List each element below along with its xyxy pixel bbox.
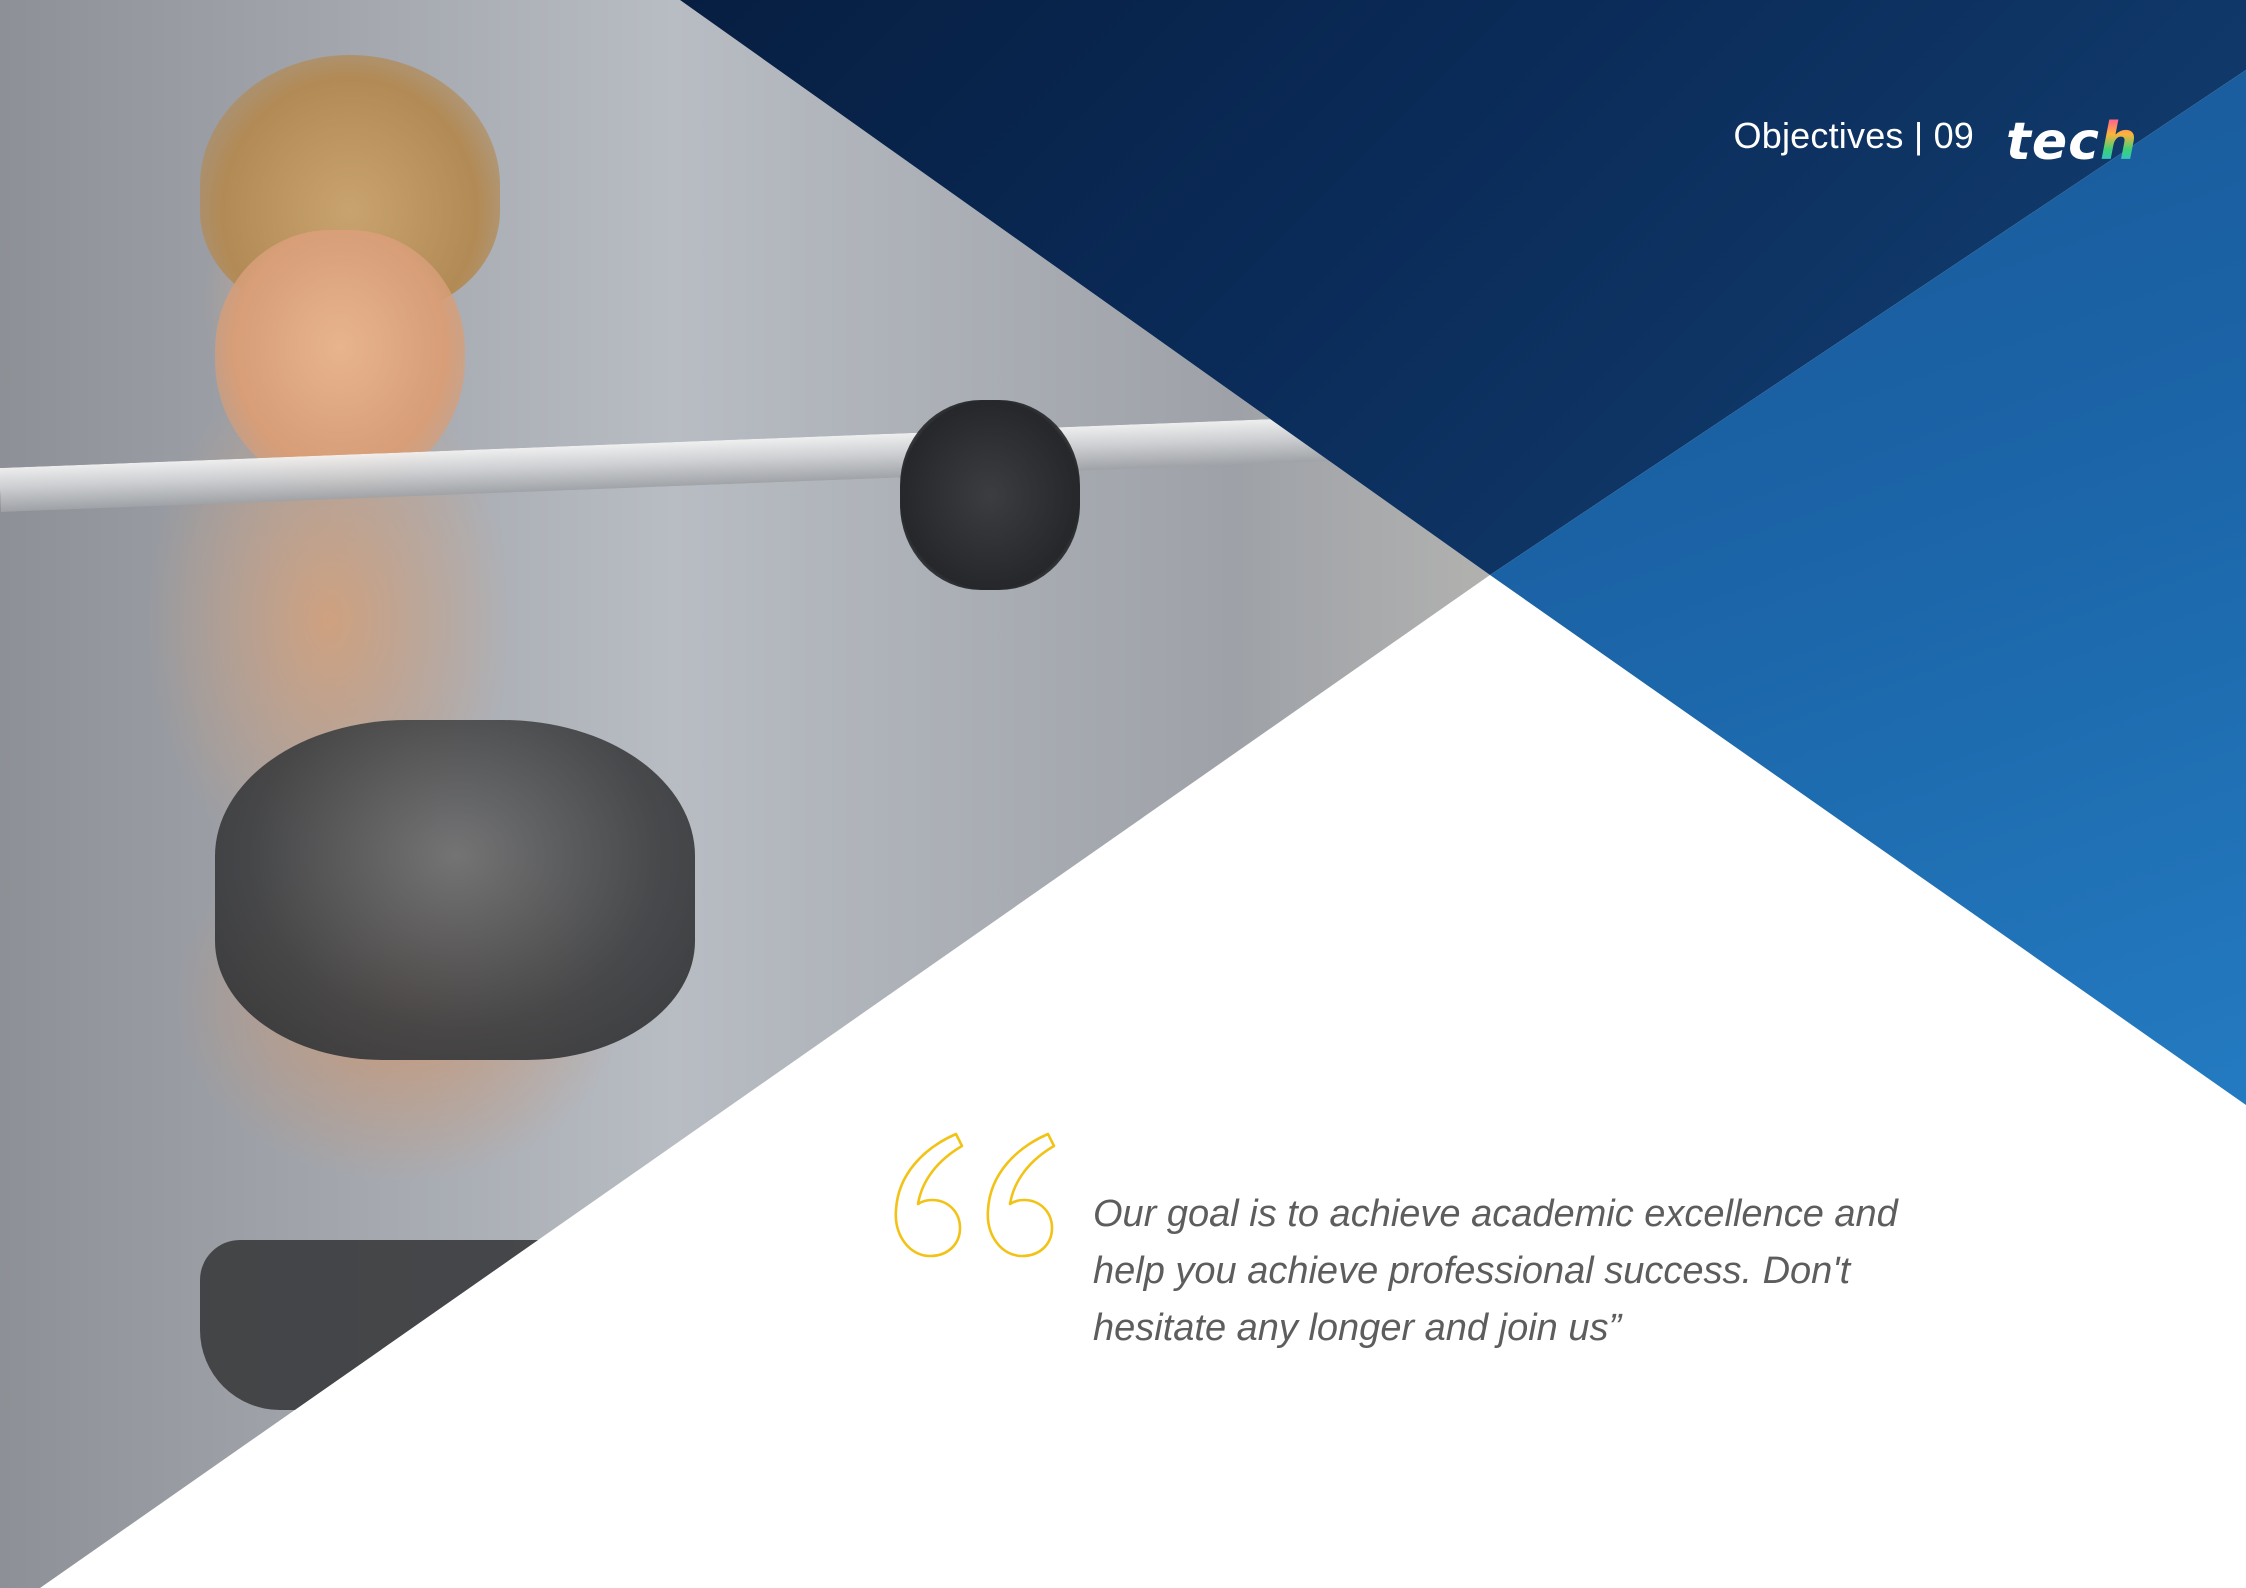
- quote-text: Our goal is to achieve academic excellen…: [1093, 1193, 1898, 1349]
- photo-sports-top: [215, 720, 695, 1060]
- photo-shorts: [200, 1240, 600, 1410]
- photo-face: [215, 230, 465, 490]
- tech-logo: tec h: [2006, 104, 2138, 168]
- section-title: Objectives | 09: [1733, 115, 1975, 156]
- page-header: Objectives | 09 tec h: [1734, 104, 2138, 168]
- page: Objectives | 09 tec h Our goal is to achi…: [0, 0, 2246, 1588]
- photo-glove: [900, 400, 1080, 590]
- logo-accent: h: [2099, 112, 2138, 172]
- logo-text: tec: [2006, 112, 2100, 172]
- photo-barbell: [0, 410, 1500, 512]
- open-quote-icon: [894, 1132, 1056, 1258]
